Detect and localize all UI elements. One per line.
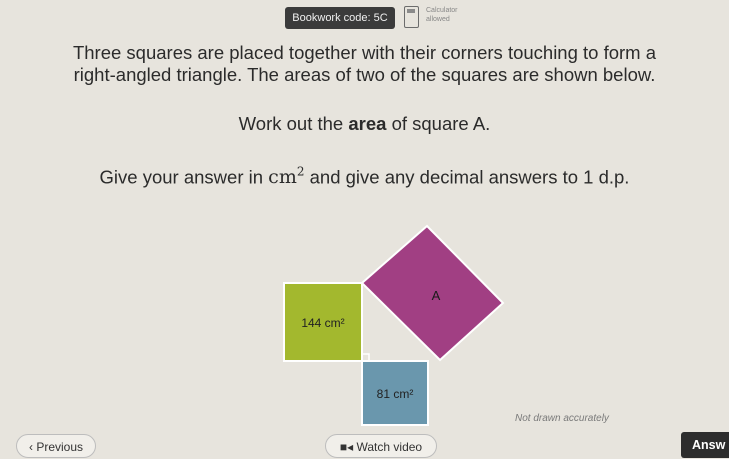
watch-video-label: Watch video: [356, 440, 423, 454]
previous-button[interactable]: ‹ Previous: [16, 434, 96, 458]
squares-diagram: 144 cm² 81 cm² A: [283, 224, 505, 426]
not-drawn-accurately-note: Not drawn accurately: [515, 413, 609, 424]
video-icon: ■◂: [339, 440, 357, 454]
blue-square-label: 81 cm²: [377, 387, 414, 401]
watch-video-button[interactable]: ■◂ Watch video: [325, 434, 437, 458]
answer-button[interactable]: Answ: [681, 432, 729, 458]
right-angle-marker: [362, 353, 370, 361]
previous-label: Previous: [36, 440, 84, 454]
purple-square-label: A: [432, 288, 441, 303]
green-square-label: 144 cm²: [301, 316, 344, 330]
